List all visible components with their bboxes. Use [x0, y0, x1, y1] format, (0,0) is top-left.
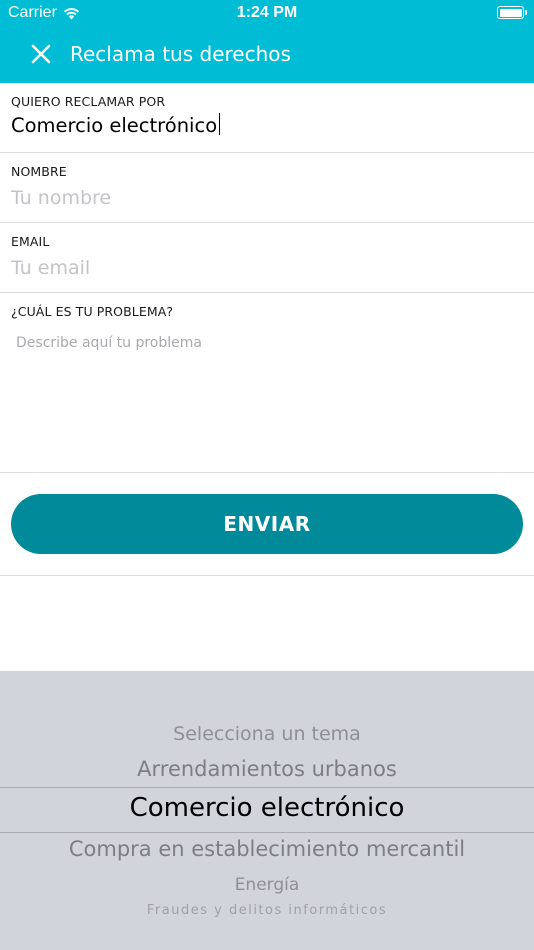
picker-option[interactable]: Fraudes y delitos informáticos [0, 903, 534, 918]
problem-label: ¿CUÁL ES TU PROBLEMA? [11, 304, 174, 319]
topic-field[interactable]: QUIERO RECLAMAR POR Comercio electrónico [0, 83, 534, 153]
picker-option-selected[interactable]: Comercio electrónico [0, 793, 534, 823]
close-button[interactable] [26, 39, 56, 69]
topic-label: QUIERO RECLAMAR POR [11, 94, 166, 109]
text-cursor [219, 113, 220, 135]
submit-section: ENVIAR [0, 472, 534, 576]
name-input[interactable] [11, 185, 524, 211]
picker-selection-top [0, 787, 534, 788]
picker-option[interactable]: Compra en establecimiento mercantil [0, 837, 534, 861]
nav-bar: Reclama tus derechos [0, 27, 534, 83]
email-input[interactable] [11, 255, 524, 281]
email-field: EMAIL [0, 223, 534, 293]
name-label: NOMBRE [11, 164, 67, 179]
picker-option[interactable]: Arrendamientos urbanos [0, 757, 534, 781]
picker-selection-bottom [0, 832, 534, 833]
email-label: EMAIL [11, 234, 50, 249]
name-field: NOMBRE [0, 153, 534, 223]
picker-option[interactable]: Selecciona un tema [0, 723, 534, 745]
topic-value[interactable]: Comercio electrónico [11, 114, 524, 137]
status-bar: Carrier 1:24 PM [0, 0, 534, 27]
problem-textarea[interactable] [16, 335, 522, 460]
problem-field: ¿CUÁL ES TU PROBLEMA? [0, 293, 534, 473]
page-title: Reclama tus derechos [70, 42, 291, 66]
picker-option[interactable]: Energía [0, 875, 534, 895]
status-time: 1:24 PM [236, 4, 298, 21]
close-icon [31, 44, 51, 64]
topic-picker[interactable]: Selecciona un tema Arrendamientos urbano… [0, 671, 534, 950]
battery-icon [497, 6, 527, 19]
send-button[interactable]: ENVIAR [11, 494, 523, 554]
